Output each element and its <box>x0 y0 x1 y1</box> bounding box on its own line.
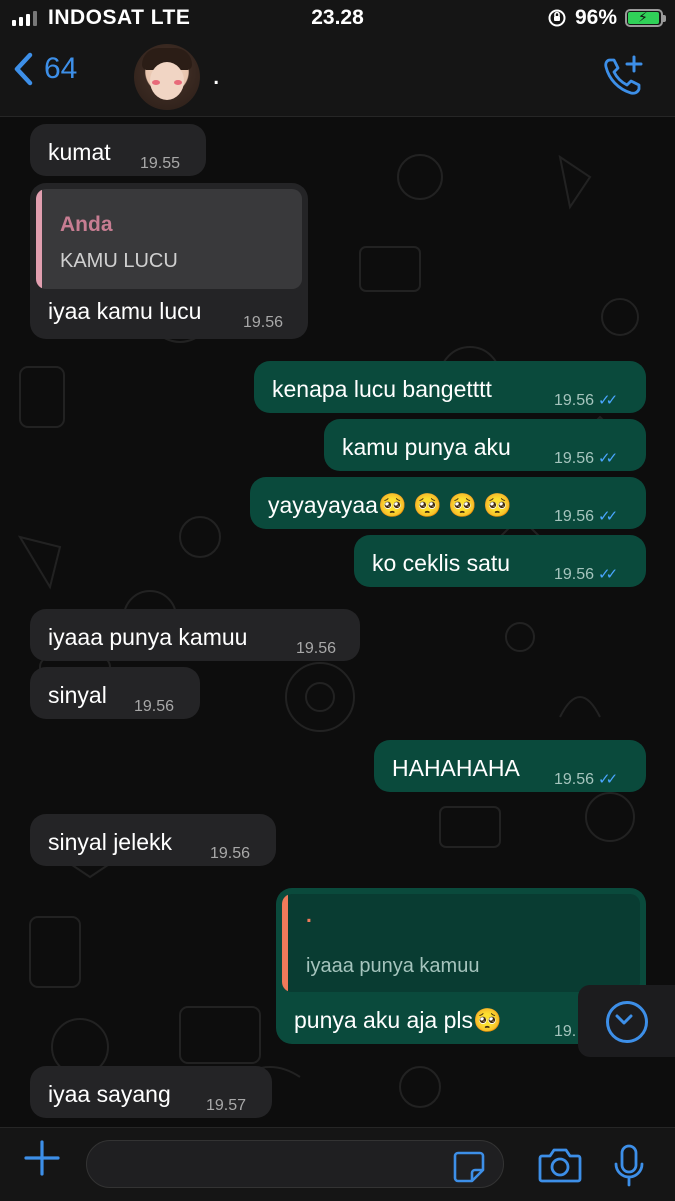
battery-percent: 96% <box>574 6 617 29</box>
message-text: sinyal <box>48 682 107 708</box>
read-receipt-icon: ✓✓ <box>598 450 618 467</box>
read-receipt-icon: ✓✓ <box>598 566 618 583</box>
add-call-icon <box>604 55 643 95</box>
camera-icon <box>538 1148 582 1183</box>
message-time: 19.56 <box>296 640 337 657</box>
quoted-message[interactable]: . iyaaa punya kamuu <box>282 894 640 992</box>
message-text: kenapa lucu bangetttt <box>272 376 492 402</box>
quote-author: . <box>306 904 312 927</box>
message-bubble-outgoing[interactable]: ko ceklis satu 19.56 ✓✓ <box>354 535 646 587</box>
message-text: kamu punya aku <box>342 434 511 460</box>
status-bar: INDOSAT LTE 23.28 96% ⚡ <box>0 0 675 40</box>
message-time: 19.56 ✓✓ <box>554 766 618 794</box>
chevron-left-icon <box>14 52 33 86</box>
message-text: iyaa sayang <box>48 1081 171 1107</box>
message-time: 19.56 ✓✓ <box>554 503 618 531</box>
scroll-down-button[interactable] <box>578 985 675 1057</box>
chat-header: 64 . <box>0 40 675 117</box>
message-time: 19.56 <box>134 698 175 715</box>
quote-text: KAMU LUCU <box>60 250 178 272</box>
composer-bar <box>0 1127 675 1201</box>
microphone-icon <box>614 1144 644 1187</box>
message-text: kumat <box>48 139 111 165</box>
quote-author: Anda <box>60 213 113 236</box>
read-receipt-icon: ✓✓ <box>598 771 618 788</box>
plus-icon <box>24 1140 60 1176</box>
message-bubble-outgoing[interactable]: kamu punya aku 19.56 ✓✓ <box>324 419 646 471</box>
message-bubble-outgoing[interactable]: HAHAHAHA 19.56 ✓✓ <box>374 740 646 792</box>
read-receipt-icon: ✓✓ <box>598 508 618 525</box>
sticker-button[interactable] <box>452 1150 486 1189</box>
microphone-button[interactable] <box>612 1144 646 1193</box>
message-bubble-incoming[interactable]: kumat 19.55 <box>30 124 206 176</box>
quote-bar <box>36 189 42 289</box>
message-bubble-incoming-reply[interactable]: Anda KAMU LUCU iyaa kamu lucu 19.56 <box>30 183 308 339</box>
message-time: 19. <box>554 1023 577 1040</box>
message-time: 19.56 <box>210 845 251 862</box>
add-call-button[interactable] <box>601 54 645 103</box>
message-text: yayayayaa🥺 🥺 🥺 🥺 <box>268 492 512 518</box>
message-time: 19.56 <box>243 314 284 331</box>
quoted-message[interactable]: Anda KAMU LUCU <box>36 189 302 289</box>
message-time: 19.56 ✓✓ <box>554 387 618 415</box>
quote-bar <box>282 894 288 992</box>
message-text: iyaa kamu lucu <box>48 298 202 324</box>
quote-text: iyaaa punya kamuu <box>306 955 480 977</box>
message-time: 19.55 <box>140 155 181 172</box>
camera-button[interactable] <box>538 1146 582 1189</box>
message-time: 19.57 <box>206 1097 247 1114</box>
scroll-down-icon <box>606 1001 648 1043</box>
sticker-icon <box>453 1151 485 1183</box>
status-right: 96% ⚡ <box>547 6 666 30</box>
message-text: ko ceklis satu <box>372 550 511 576</box>
attach-button[interactable] <box>22 1138 62 1185</box>
message-time: 19.56 ✓✓ <box>554 445 618 473</box>
chat-area[interactable]: kumat 19.55 Anda KAMU LUCU iyaa kamu luc… <box>0 117 675 1127</box>
message-bubble-incoming[interactable]: sinyal jelekk 19.56 <box>30 814 276 866</box>
message-text: sinyal jelekk <box>48 829 172 855</box>
back-button[interactable]: 64 <box>12 52 77 86</box>
message-bubble-incoming[interactable]: iyaaa punya kamuu 19.56 <box>30 609 360 661</box>
unread-count: 64 <box>44 52 78 85</box>
contact-name[interactable]: . <box>212 58 220 92</box>
message-bubble-incoming[interactable]: iyaa sayang 19.57 <box>30 1066 272 1118</box>
message-text: iyaaa punya kamuu <box>48 624 248 650</box>
message-bubble-outgoing[interactable]: kenapa lucu bangetttt 19.56 ✓✓ <box>254 361 646 413</box>
orientation-lock-icon <box>548 9 566 27</box>
read-receipt-icon: ✓✓ <box>598 392 618 409</box>
message-text: HAHAHAHA <box>392 755 520 781</box>
message-time: 19.56 ✓✓ <box>554 561 618 589</box>
message-bubble-incoming[interactable]: sinyal 19.56 <box>30 667 200 719</box>
avatar[interactable] <box>134 44 200 110</box>
battery-icon: ⚡ <box>625 9 666 27</box>
message-input[interactable] <box>86 1140 504 1188</box>
message-bubble-outgoing[interactable]: yayayayaa🥺 🥺 🥺 🥺 19.56 ✓✓ <box>250 477 646 529</box>
message-text: punya aku aja pls🥺 <box>294 1007 502 1033</box>
